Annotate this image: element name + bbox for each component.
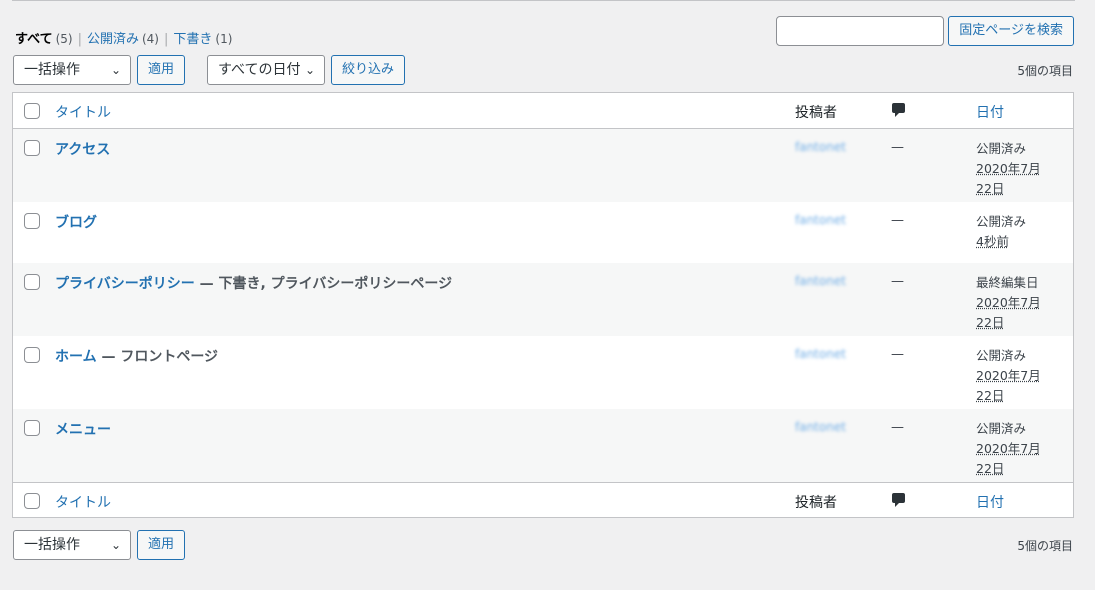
table-footer: タイトル 投稿者 日付 [13, 482, 1073, 517]
items-count: 5個の項目 [1017, 64, 1073, 78]
row-date: 公開済み 2020年7月22日 [976, 419, 1056, 479]
tablenav-bottom: 一括操作 ⌄ 適用 [13, 530, 186, 560]
row-title-link[interactable]: メニュー [55, 422, 111, 438]
pages-table: タイトル 投稿者 日付 アクセス fantonet — 公開済み 2020年7月2… [12, 92, 1074, 518]
bulk-action-value: 一括操作 [24, 62, 80, 78]
column-title-sort[interactable]: タイトル [55, 102, 111, 122]
table-row: メニュー fantonet — 公開済み 2020年7月22日 [13, 409, 1073, 482]
date-value: 2020年7月22日 [976, 295, 1041, 330]
row-comments: — [891, 274, 904, 289]
date-status: 最終編集日 [976, 275, 1039, 290]
row-title-link[interactable]: ブログ [55, 215, 97, 231]
row-title-link[interactable]: ホーム [55, 349, 97, 365]
date-filter-select[interactable]: すべての日付 ⌄ [207, 55, 326, 85]
top-divider [12, 0, 1075, 1]
row-comments: — [891, 140, 904, 155]
date-value: 2020年7月22日 [976, 161, 1041, 196]
table-row: ブログ fantonet — 公開済み 4秒前 [13, 202, 1073, 263]
date-status: 公開済み [976, 214, 1027, 229]
post-state: — 下書き, プライバシーポリシーページ [194, 276, 453, 292]
column-date-sort[interactable]: 日付 [976, 102, 1004, 122]
bulk-action-value: 一括操作 [24, 537, 80, 553]
column-title-sort-footer[interactable]: タイトル [55, 492, 111, 512]
date-value: 4秒前 [976, 234, 1009, 249]
date-status: 公開済み [976, 348, 1027, 363]
filter-button[interactable]: 絞り込み [331, 55, 406, 85]
row-date: 公開済み 2020年7月22日 [976, 139, 1056, 199]
search-box: 固定ページを検索 [776, 16, 1074, 46]
table-row: プライバシーポリシー — 下書き, プライバシーポリシーページ fantonet… [13, 263, 1073, 336]
row-title-link[interactable]: アクセス [55, 142, 110, 158]
comment-icon [891, 492, 907, 508]
filter-separator: | [163, 32, 169, 47]
apply-button-bottom[interactable]: 適用 [137, 530, 186, 560]
row-title-cell: プライバシーポリシー — 下書き, プライバシーポリシーページ [55, 273, 452, 293]
row-title-cell: メニュー [55, 419, 111, 439]
row-checkbox[interactable] [24, 213, 40, 229]
chevron-down-icon: ⌄ [304, 63, 316, 77]
table-row: ホーム — フロントページ fantonet — 公開済み 2020年7月22日 [13, 336, 1073, 409]
comment-icon [891, 102, 907, 118]
column-author: 投稿者 [795, 105, 837, 121]
date-value: 2020年7月22日 [976, 441, 1041, 476]
row-checkbox[interactable] [24, 420, 40, 436]
row-checkbox[interactable] [24, 140, 40, 156]
search-input[interactable] [776, 16, 945, 46]
column-comments[interactable] [891, 102, 907, 122]
row-checkbox[interactable] [24, 274, 40, 290]
search-button[interactable]: 固定ページを検索 [948, 16, 1074, 46]
chevron-down-icon: ⌄ [110, 63, 121, 77]
date-value: 2020年7月22日 [976, 368, 1041, 403]
filter-published-label: 公開済み [86, 32, 139, 47]
table-row: アクセス fantonet — 公開済み 2020年7月22日 [13, 129, 1073, 202]
row-date: 最終編集日 2020年7月22日 [976, 273, 1056, 333]
row-title-cell: ブログ [55, 212, 97, 232]
row-comments: — [891, 347, 904, 362]
row-comments: — [891, 213, 904, 228]
date-status: 公開済み [976, 421, 1027, 436]
filter-separator: | [77, 32, 82, 47]
filter-draft-label: 下書き [173, 32, 213, 47]
date-status: 公開済み [976, 141, 1027, 156]
row-title-cell: ホーム — フロントページ [55, 346, 218, 366]
row-title-link[interactable]: プライバシーポリシー [55, 276, 195, 292]
items-count-bottom: 5個の項目 [1017, 539, 1073, 553]
bulk-action-select[interactable]: 一括操作 ⌄ [13, 55, 131, 85]
bulk-action-select-bottom[interactable]: 一括操作 ⌄ [13, 530, 131, 560]
post-state: — フロントページ [96, 349, 219, 365]
row-author-link[interactable]: fantonet [795, 213, 846, 227]
chevron-down-icon: ⌄ [110, 538, 121, 552]
row-date: 公開済み 2020年7月22日 [976, 346, 1056, 406]
row-author-link[interactable]: fantonet [795, 140, 846, 154]
filter-all-count: (5) [55, 32, 73, 46]
filter-draft-count: (1) [215, 32, 233, 46]
row-author-link[interactable]: fantonet [795, 347, 846, 361]
apply-button[interactable]: 適用 [137, 55, 186, 85]
row-comments: — [891, 420, 904, 435]
column-date-sort-footer[interactable]: 日付 [976, 492, 1004, 512]
row-author-link[interactable]: fantonet [795, 274, 846, 288]
tablenav-top: 一括操作 ⌄ 適用 すべての日付 ⌄ 絞り込み [13, 55, 406, 85]
column-comments-footer[interactable] [891, 492, 907, 512]
date-filter-value: すべての日付 [218, 62, 301, 78]
filter-published-count: (4) [141, 32, 159, 46]
filter-draft[interactable]: 下書き (1) [173, 32, 232, 47]
table-header: タイトル 投稿者 日付 [13, 93, 1073, 129]
row-author-link[interactable]: fantonet [795, 420, 846, 434]
status-filters: すべて (5) | 公開済み (4) | 下書き (1) [15, 28, 232, 47]
select-all-checkbox[interactable] [24, 103, 40, 119]
column-author-footer: 投稿者 [795, 495, 837, 511]
filter-all-label: すべて [15, 32, 53, 47]
filter-published[interactable]: 公開済み (4) [87, 32, 159, 47]
select-all-checkbox-footer[interactable] [24, 493, 40, 509]
row-title-cell: アクセス [55, 139, 110, 159]
row-checkbox[interactable] [24, 347, 40, 363]
filter-all[interactable]: すべて (5) [15, 32, 73, 47]
row-date: 公開済み 4秒前 [976, 212, 1056, 252]
